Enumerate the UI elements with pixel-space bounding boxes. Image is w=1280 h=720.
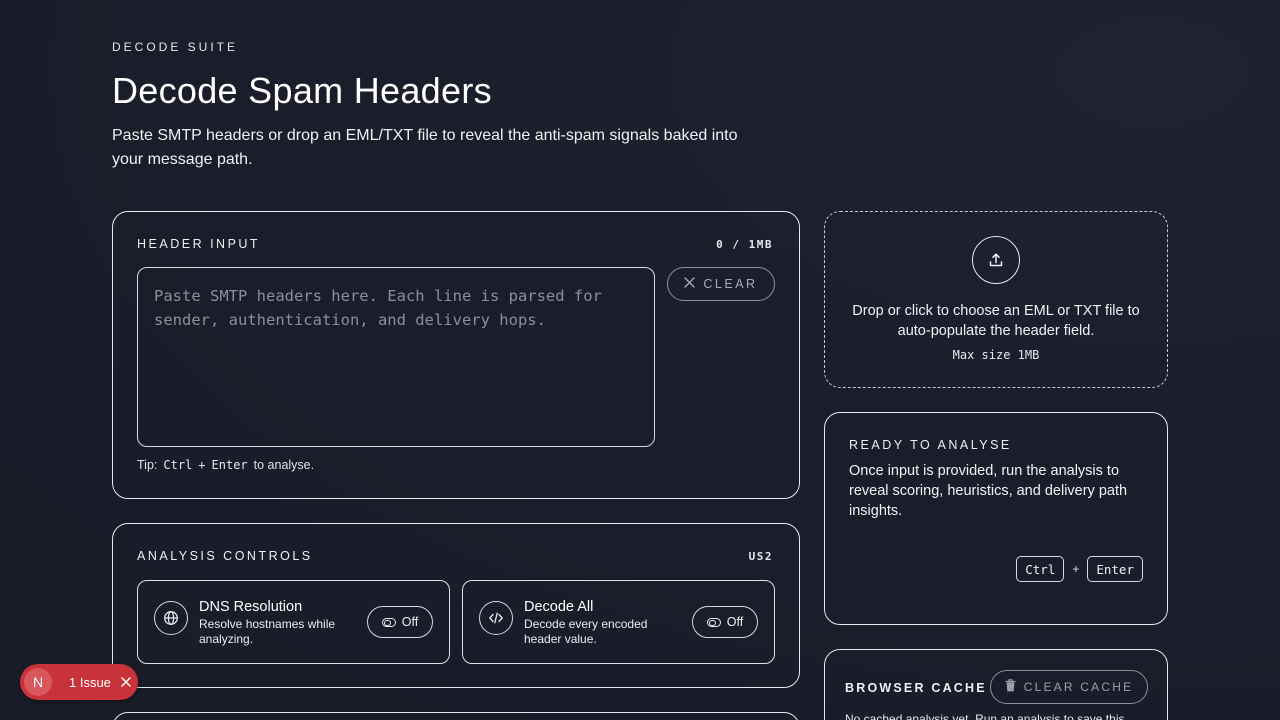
dropzone-max-size: Max size 1MB: [952, 348, 1040, 362]
analysis-controls-card: ANALYSIS CONTROLS US2 DNS Resolution Res…: [112, 523, 800, 688]
clear-button-label: CLEAR: [703, 277, 758, 291]
page-title: Decode Spam Headers: [112, 70, 492, 111]
analysis-controls-label: ANALYSIS CONTROLS: [137, 549, 313, 563]
next-card: [112, 712, 800, 720]
region-badge: US2: [748, 550, 773, 563]
dns-resolution-description: Resolve hostnames while analyzing.: [199, 617, 336, 646]
shortcut-hint: Ctrl + Enter: [1016, 556, 1143, 582]
close-icon[interactable]: [121, 677, 131, 687]
clear-cache-label: CLEAR CACHE: [1023, 680, 1134, 694]
kbd-enter: Enter: [1087, 556, 1143, 582]
decode-all-control: Decode All Decode every encoded header v…: [462, 580, 775, 664]
toggle-off-icon: [706, 617, 721, 627]
decode-all-description: Decode every encoded header value.: [524, 617, 648, 646]
clear-button[interactable]: CLEAR: [667, 267, 775, 301]
next-logo-icon: N: [24, 668, 52, 696]
close-icon: [684, 277, 696, 291]
dns-resolution-state: Off: [401, 615, 419, 629]
dns-resolution-title: DNS Resolution: [199, 599, 303, 615]
browser-cache-label: BROWSER CACHE: [845, 681, 987, 695]
tip-key-enter: Enter: [211, 458, 248, 472]
page-subtitle: Paste SMTP headers or drop an EML/TXT fi…: [112, 127, 738, 168]
decode-all-state: Off: [726, 615, 744, 629]
toggle-off-icon: [381, 617, 396, 627]
header-input-card: HEADER INPUT 0 / 1MB CLEAR Tip: Ctrl + E…: [112, 211, 800, 499]
ready-to-analyse-card: READY TO ANALYSE Once input is provided,…: [824, 412, 1168, 625]
tip-prefix: Tip:: [137, 458, 158, 472]
ready-text: Once input is provided, run the analysis…: [849, 463, 1128, 519]
upload-icon: [972, 236, 1020, 284]
ready-label: READY TO ANALYSE: [849, 438, 1012, 452]
kbd-ctrl: Ctrl: [1016, 556, 1065, 582]
tip-suffix: to analyse.: [253, 458, 315, 472]
file-dropzone[interactable]: Drop or click to choose an EML or TXT fi…: [824, 211, 1168, 388]
clear-cache-button[interactable]: CLEAR CACHE: [990, 670, 1148, 704]
issues-label[interactable]: 1 Issue: [69, 675, 111, 690]
kbd-plus: +: [1072, 562, 1080, 576]
decode-all-toggle[interactable]: Off: [692, 606, 758, 638]
tip-key-ctrl: Ctrl: [163, 458, 193, 472]
globe-icon: [154, 601, 188, 635]
issues-badge[interactable]: N 1 Issue: [20, 664, 138, 700]
decode-all-title: Decode All: [524, 599, 594, 615]
trash-icon: [1005, 679, 1016, 695]
header-input-label: HEADER INPUT: [137, 237, 261, 251]
eyebrow: DECODE SUITE: [112, 40, 239, 54]
tip-text: Tip: Ctrl + Enter to analyse.: [137, 458, 314, 472]
dropzone-text: Drop or click to choose an EML or TXT fi…: [852, 303, 1140, 339]
dns-resolution-control: DNS Resolution Resolve hostnames while a…: [137, 580, 450, 664]
dns-resolution-toggle[interactable]: Off: [367, 606, 433, 638]
header-textarea[interactable]: [137, 267, 655, 447]
browser-cache-card: BROWSER CACHE CLEAR CACHE No cached anal…: [824, 649, 1168, 720]
header-size-meta: 0 / 1MB: [716, 238, 773, 251]
browser-cache-text: No cached analysis yet. Run an analysis …: [845, 712, 1125, 720]
code-icon: [479, 601, 513, 635]
tip-plus: +: [198, 458, 206, 472]
